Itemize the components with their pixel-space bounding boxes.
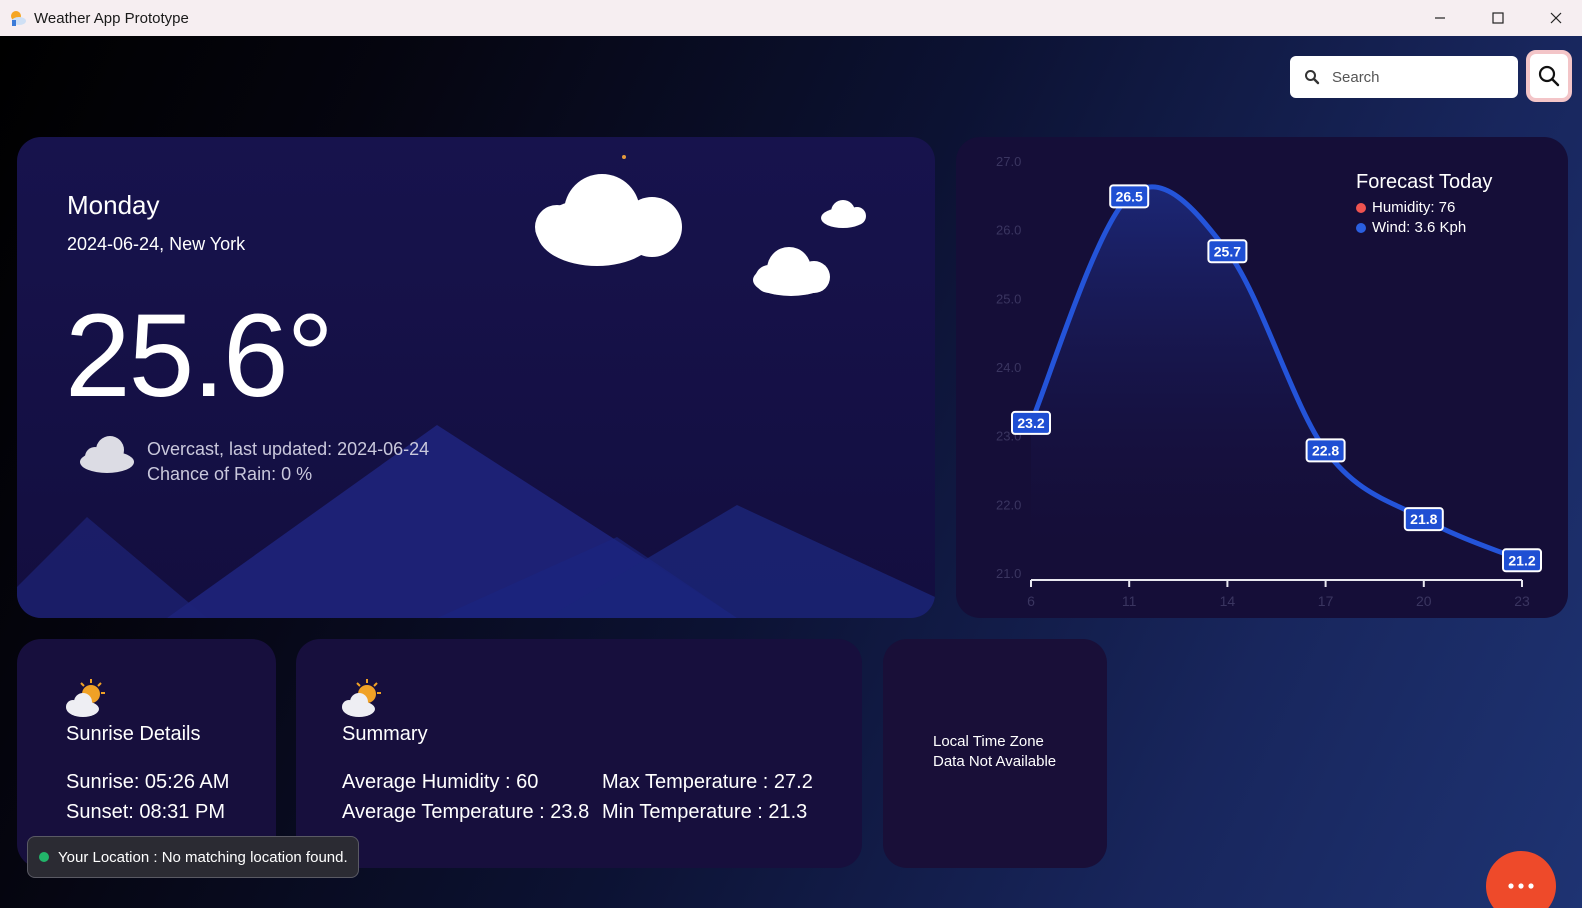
search-button[interactable]: [1526, 50, 1572, 102]
legend-dot-humidity: [1356, 202, 1366, 213]
data-label: 23.2: [1017, 415, 1044, 431]
title-bar: Weather App Prototype: [0, 0, 1582, 36]
legend-humidity: Humidity: 76: [1356, 199, 1455, 216]
min-temperature: Min Temperature : 21.3: [602, 801, 808, 823]
search-input[interactable]: [1332, 68, 1492, 86]
x-tick-label: 20: [1416, 593, 1432, 609]
rain-chance: Chance of Rain: 0 %: [147, 464, 313, 484]
sunset-time: Sunset: 08:31 PM: [66, 801, 225, 823]
x-tick-label: 17: [1318, 593, 1334, 609]
weather-app-icon: [8, 8, 28, 28]
more-dots-icon: [1507, 883, 1535, 889]
timezone-line-2: Data Not Available: [933, 753, 1057, 770]
close-button[interactable]: [1527, 0, 1582, 36]
maximize-button[interactable]: [1469, 0, 1527, 36]
sunrise-card: Sunrise Details Sunrise: 05:26 AM Sunset…: [17, 639, 276, 868]
avg-humidity: Average Humidity : 60: [342, 771, 539, 793]
x-tick-label: 23: [1514, 593, 1530, 609]
forecast-chart: 21.022.023.024.025.026.027.06 11 14 17 20 232…: [996, 154, 1542, 609]
x-tick-label: 6: [1027, 593, 1035, 609]
app-canvas: Monday 2024-06-24, New York 25.6° Overca…: [0, 36, 1582, 908]
legend-title: Forecast Today: [1356, 171, 1493, 193]
data-label: 26.5: [1116, 188, 1143, 204]
y-tick-label: 22.0: [996, 497, 1021, 512]
search-icon: [1537, 64, 1561, 88]
partly-sunny-icon: [341, 677, 385, 724]
current-weather-card: Monday 2024-06-24, New York 25.6° Overca…: [17, 137, 935, 618]
legend-humidity-label: Humidity: 76: [1372, 199, 1456, 216]
timezone-text: Local Time Zone Data Not Available: [933, 732, 1056, 772]
summary-card: Summary Average Humidity : 60 Average Te…: [296, 639, 862, 868]
max-temperature: Max Temperature : 27.2: [602, 771, 813, 793]
more-options-button[interactable]: [1486, 851, 1556, 908]
avg-temperature: Average Temperature : 23.8: [342, 801, 590, 823]
y-tick-label: 26.0: [996, 223, 1021, 238]
toast-text: Your Location : No matching location fou…: [58, 848, 348, 866]
y-tick-label: 25.0: [996, 291, 1021, 306]
partly-sunny-icon: [65, 677, 109, 724]
x-tick-label: 14: [1220, 593, 1236, 609]
data-label: 21.8: [1410, 511, 1437, 527]
window-title: Weather App Prototype: [34, 9, 189, 27]
timezone-line-1: Local Time Zone: [933, 733, 1044, 750]
forecast-chart-card: 21.0 22.0 23.0 24.0 25.0 26.0 27.0 6 11 14 17 20 23 2…: [956, 137, 1568, 618]
cloud-icon: [535, 174, 682, 266]
data-label: 21.2: [1508, 552, 1535, 568]
legend-wind-label: Wind: 3.6 Kph: [1372, 219, 1467, 236]
chart-area: [1031, 186, 1522, 574]
status-dot: [39, 852, 49, 862]
legend-dot-wind: [1356, 222, 1366, 233]
y-tick-label: 27.0: [996, 154, 1021, 169]
summary-title: Summary: [342, 723, 428, 745]
day-label: Monday: [67, 190, 160, 220]
legend-wind: Wind: 3.6 Kph: [1356, 219, 1466, 236]
condition-line: Overcast, last updated: 2024-06-24: [147, 439, 430, 459]
search-icon: [1304, 69, 1320, 85]
minimize-button[interactable]: [1411, 0, 1469, 36]
date-location: 2024-06-24, New York: [67, 234, 246, 254]
data-label: 25.7: [1214, 243, 1241, 259]
sunrise-title: Sunrise Details: [66, 723, 201, 745]
y-tick-label: 24.0: [996, 360, 1021, 375]
sunrise-time: Sunrise: 05:26 AM: [66, 771, 230, 793]
search-box: [1290, 56, 1518, 98]
condition-text: Overcast, last updated: 2024-06-24 Chanc…: [147, 437, 429, 487]
timezone-card: Local Time Zone Data Not Available: [883, 639, 1107, 868]
location-toast: Your Location : No matching location fou…: [27, 836, 359, 878]
y-tick-label: 21.0: [996, 566, 1021, 581]
x-tick-label: 11: [1122, 593, 1137, 609]
data-label: 22.8: [1312, 442, 1339, 458]
current-temperature: 25.6°: [65, 290, 334, 422]
cloud-icon: [77, 432, 137, 481]
